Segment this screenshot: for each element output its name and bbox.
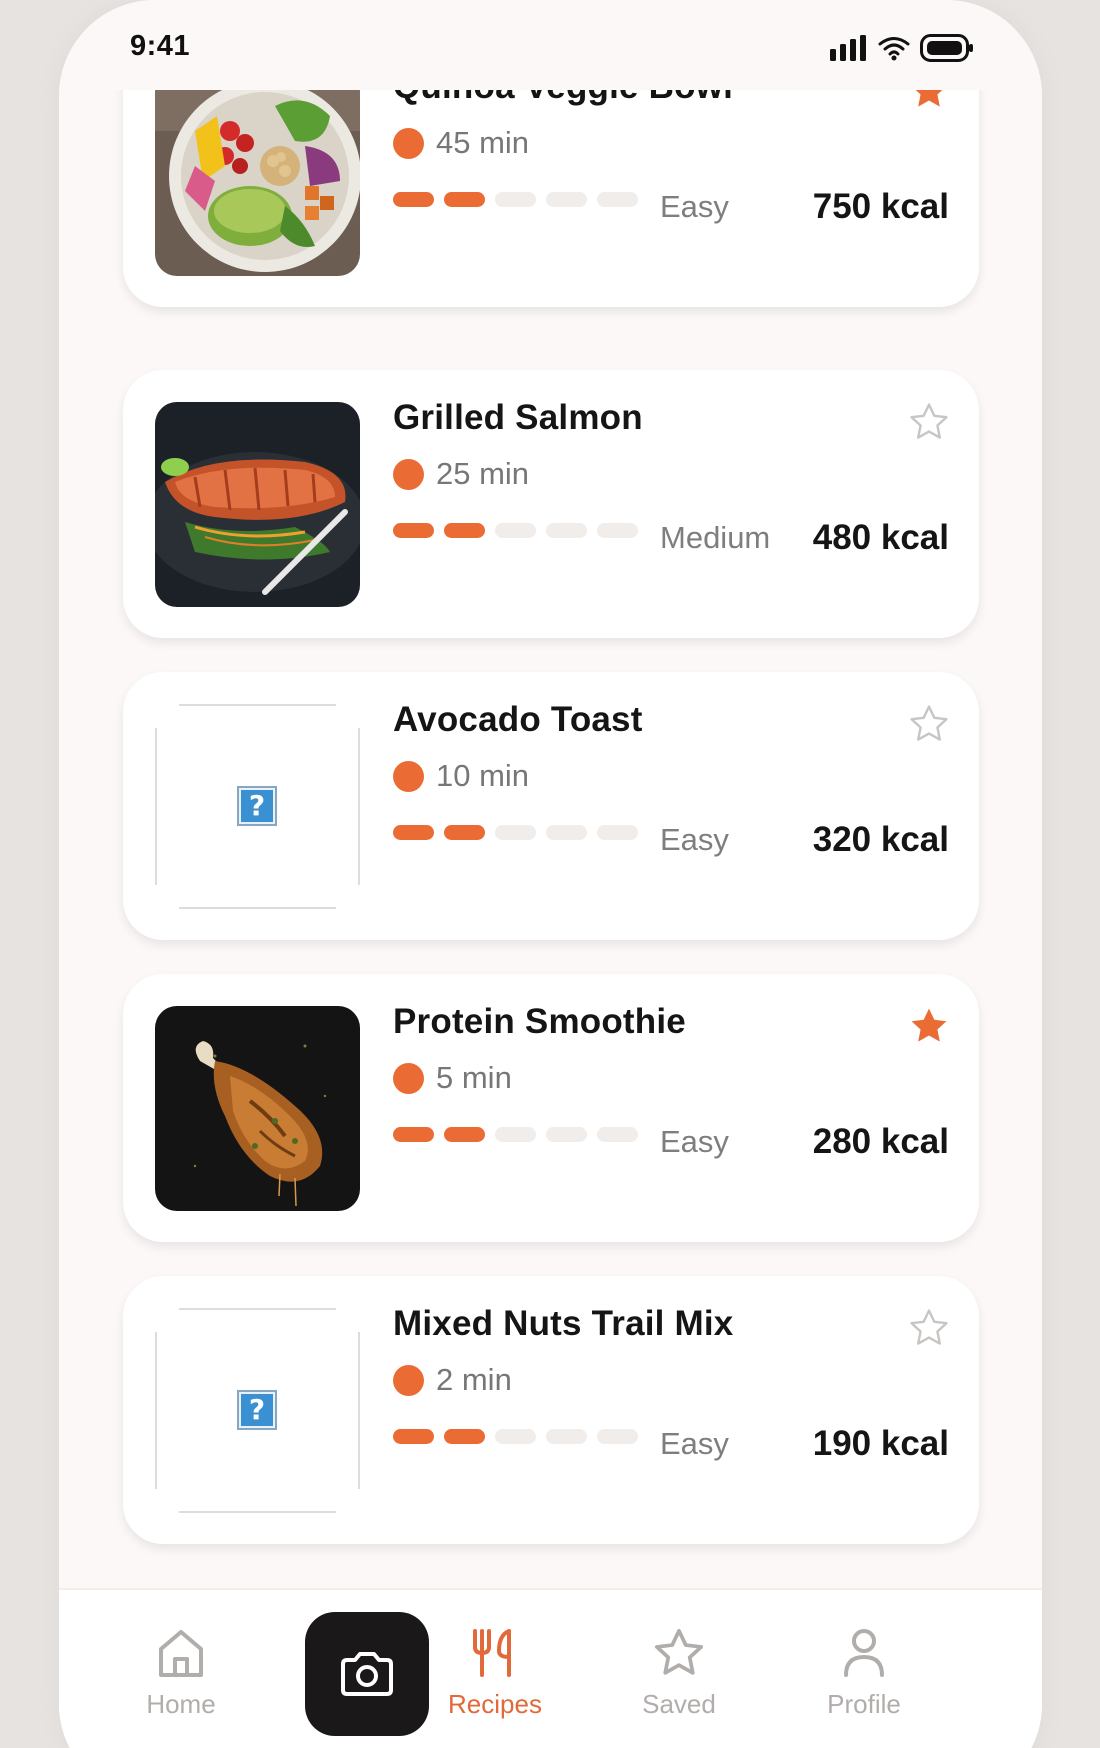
- calories: 280 kcal: [812, 1122, 949, 1161]
- prep-time: 10 min: [393, 758, 529, 794]
- chicken-leg-photo: [155, 1006, 360, 1211]
- user-icon: [844, 1629, 884, 1677]
- nav-home-label: Home: [146, 1689, 216, 1719]
- broken-image-icon: ?: [237, 786, 277, 826]
- recipe-card-protein-smoothie[interactable]: Protein Smoothie 5 min Easy 280 kcal: [123, 974, 979, 1242]
- status-bar: 9:41: [59, 0, 1042, 90]
- favorite-star-filled-icon[interactable]: [907, 1004, 951, 1048]
- wifi-icon: [878, 35, 910, 61]
- difficulty-meter: [393, 825, 638, 840]
- difficulty-segment: [444, 523, 485, 538]
- difficulty-segment: [546, 1127, 587, 1142]
- difficulty-segment: [495, 825, 536, 840]
- recipe-title: Avocado Toast: [393, 700, 643, 739]
- calories: 320 kcal: [812, 820, 949, 859]
- nav-profile[interactable]: Profile: [784, 1625, 944, 1720]
- difficulty-segment: [495, 192, 536, 207]
- difficulty-segment: [495, 1429, 536, 1444]
- phone-screen: Quinoa Veggie Bowl 45 min Easy 750 kcal: [59, 0, 1042, 1748]
- difficulty-segment: [444, 1429, 485, 1444]
- favorite-star-outline-icon[interactable]: [907, 400, 951, 444]
- difficulty-meter: [393, 1429, 638, 1444]
- time-dot-icon: [393, 127, 424, 159]
- cellular-signal-icon: [830, 35, 868, 61]
- star-icon: [654, 1628, 704, 1675]
- difficulty-segment: [597, 1127, 638, 1142]
- difficulty-segment: [597, 192, 638, 207]
- prep-time-text: 2 min: [436, 1362, 512, 1397]
- nav-saved-label: Saved: [642, 1689, 716, 1719]
- recipe-title: Grilled Salmon: [393, 398, 643, 437]
- difficulty-segment: [597, 825, 638, 840]
- difficulty-segment: [546, 523, 587, 538]
- difficulty-segment: [546, 825, 587, 840]
- recipe-title: Mixed Nuts Trail Mix: [393, 1304, 734, 1343]
- time-dot-icon: [393, 760, 424, 792]
- prep-time: 2 min: [393, 1362, 512, 1398]
- difficulty-segment: [444, 1127, 485, 1142]
- difficulty-segment: [393, 825, 434, 840]
- difficulty-label: Easy: [660, 189, 729, 224]
- camera-button[interactable]: [305, 1612, 429, 1736]
- recipe-title: Protein Smoothie: [393, 1002, 686, 1041]
- difficulty-segment: [393, 192, 434, 207]
- calories: 190 kcal: [812, 1424, 949, 1463]
- difficulty-segment: [444, 825, 485, 840]
- difficulty-segment: [546, 1429, 587, 1444]
- difficulty-label: Easy: [660, 1426, 729, 1461]
- quinoa-bowl-photo: [155, 71, 360, 276]
- bottom-nav: Home Recipes Saved Profile: [59, 1588, 1042, 1748]
- difficulty-meter: [393, 192, 638, 207]
- favorite-star-outline-icon[interactable]: [907, 702, 951, 746]
- difficulty-segment: [597, 1429, 638, 1444]
- difficulty-segment: [393, 523, 434, 538]
- difficulty-segment: [495, 523, 536, 538]
- difficulty-segment: [495, 1127, 536, 1142]
- difficulty-segment: [393, 1127, 434, 1142]
- prep-time-text: 5 min: [436, 1060, 512, 1095]
- favorite-star-outline-icon[interactable]: [907, 1306, 951, 1350]
- prep-time: 5 min: [393, 1060, 512, 1096]
- nav-recipes-label: Recipes: [448, 1689, 542, 1719]
- difficulty-meter: [393, 523, 638, 538]
- fork-knife-icon: [473, 1629, 511, 1677]
- difficulty-meter: [393, 1127, 638, 1142]
- camera-icon: [341, 1652, 393, 1696]
- nav-saved[interactable]: Saved: [599, 1625, 759, 1720]
- nav-recipes[interactable]: Recipes: [415, 1625, 575, 1720]
- prep-time-text: 10 min: [436, 758, 530, 793]
- status-time: 9:41: [130, 30, 191, 62]
- time-dot-icon: [393, 1364, 424, 1396]
- recipe-card-avocado-toast[interactable]: ? Avocado Toast 10 min Easy 320 kcal: [123, 672, 979, 940]
- difficulty-segment: [597, 523, 638, 538]
- time-dot-icon: [393, 458, 424, 490]
- calories: 750 kcal: [812, 187, 949, 226]
- prep-time-text: 45 min: [436, 125, 530, 160]
- broken-image: ?: [155, 704, 360, 909]
- time-dot-icon: [393, 1062, 424, 1094]
- calories: 480 kcal: [812, 518, 949, 557]
- home-icon: [159, 1630, 203, 1677]
- difficulty-label: Easy: [660, 822, 729, 857]
- grilled-salmon-photo: [155, 402, 360, 607]
- prep-time-text: 25 min: [436, 456, 530, 491]
- difficulty-segment: [546, 192, 587, 207]
- difficulty-label: Medium: [660, 520, 771, 555]
- difficulty-segment: [393, 1429, 434, 1444]
- difficulty-label: Easy: [660, 1124, 729, 1159]
- prep-time: 25 min: [393, 456, 529, 492]
- recipe-card-mixed-nuts-trail-mix[interactable]: ? Mixed Nuts Trail Mix 2 min Easy 190 kc…: [123, 1276, 979, 1544]
- broken-image-icon: ?: [237, 1390, 277, 1430]
- nav-home[interactable]: Home: [101, 1625, 261, 1720]
- prep-time: 45 min: [393, 125, 529, 161]
- recipe-card-grilled-salmon[interactable]: Grilled Salmon 25 min Medium 480 kcal: [123, 370, 979, 638]
- nav-profile-label: Profile: [827, 1689, 901, 1719]
- broken-image: ?: [155, 1308, 360, 1513]
- battery-icon: [920, 34, 974, 62]
- difficulty-segment: [444, 192, 485, 207]
- status-icons: [830, 34, 974, 62]
